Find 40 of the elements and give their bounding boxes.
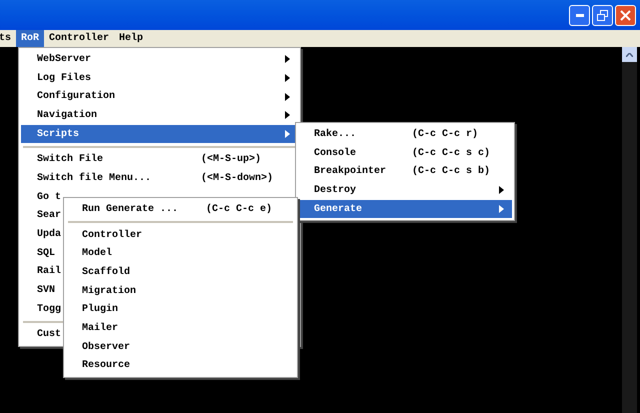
scrollbar[interactable]	[622, 47, 637, 413]
menu-item[interactable]: Plugin	[66, 300, 295, 320]
restore-button[interactable]	[592, 4, 613, 26]
menu-item[interactable]: Mailer	[66, 319, 295, 338]
menu-bar-item[interactable]: Controller	[44, 30, 114, 47]
submenu-arrow-icon	[499, 205, 504, 214]
close-icon	[620, 10, 631, 20]
menu-item[interactable]: Run Generate ... (C-c C-c e)	[66, 200, 295, 219]
menu-bar-item[interactable]: Help	[114, 30, 148, 47]
menu-item[interactable]: Scripts	[21, 124, 298, 144]
menu-bar-item[interactable]: RoR	[16, 30, 44, 47]
submenu-arrow-icon	[499, 186, 504, 194]
menu-item[interactable]: WebServer	[21, 50, 298, 69]
menu-item[interactable]: Controller	[66, 226, 295, 244]
menu-item[interactable]: Resource	[66, 356, 295, 376]
minimize-button[interactable]	[569, 4, 590, 26]
menu-item[interactable]: Scaffold	[66, 263, 295, 282]
menu-item[interactable]: Console (C-c C-c s c)	[298, 144, 512, 162]
menu-item[interactable]: Breakpointer (C-c C-c s b)	[298, 162, 512, 182]
menu-item[interactable]: Log Files	[21, 68, 298, 88]
menu-item[interactable]: Switch file Menu... (<M-S-down>)	[21, 169, 298, 188]
minimize-icon	[576, 14, 584, 16]
submenu-arrow-icon	[285, 74, 290, 82]
menu-item[interactable]: Switch File (<M-S-up>)	[21, 150, 298, 170]
close-button[interactable]	[615, 4, 636, 26]
menu-item[interactable]: Configuration	[21, 87, 298, 106]
menu-bar-item[interactable]: ts	[0, 30, 16, 47]
menu-item[interactable]: Migration	[66, 282, 295, 300]
menu-item[interactable]: Navigation	[21, 106, 298, 125]
menu-item[interactable]: Observer	[66, 338, 295, 356]
submenu-arrow-icon	[285, 92, 290, 101]
restore-icon	[597, 10, 608, 20]
submenu-arrow-icon	[285, 130, 290, 138]
submenu-arrow-icon	[285, 111, 290, 120]
menu-item[interactable]: Model	[66, 244, 295, 264]
submenu-arrow-icon	[285, 55, 290, 64]
menu-item[interactable]: Rake... (C-c C-c r)	[298, 125, 512, 144]
scroll-up-button[interactable]	[622, 47, 637, 62]
menu-item[interactable]: Generate	[298, 200, 512, 218]
menu-item[interactable]: Destroy	[298, 181, 512, 200]
